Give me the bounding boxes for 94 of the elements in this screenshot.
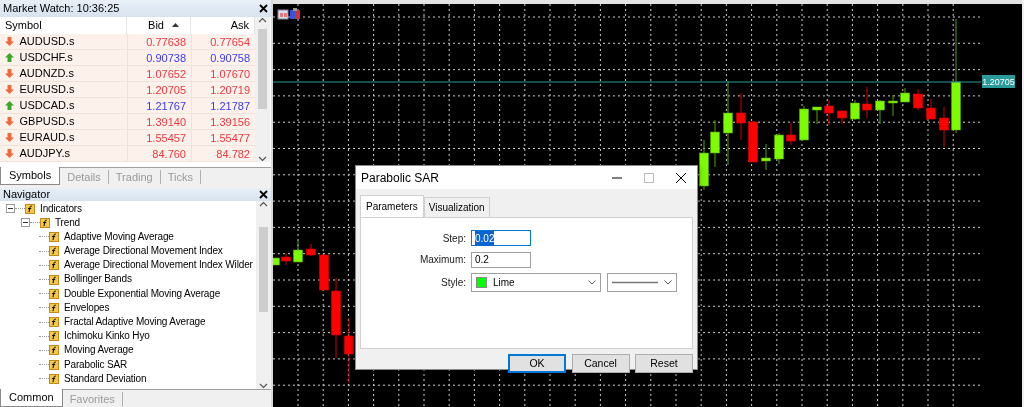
candle [888, 94, 898, 117]
scroll-down-icon[interactable] [258, 155, 267, 162]
candle [837, 109, 847, 125]
field-label: Step: [441, 231, 467, 246]
chart-window-icon[interactable] [277, 9, 289, 20]
dialog-button[interactable]: Reset [635, 354, 693, 373]
symbol-name: EURUSD.s [19, 82, 75, 98]
candle [939, 106, 949, 148]
scrollbar-thumb[interactable] [259, 226, 268, 312]
field-label: Maximum: [418, 253, 467, 267]
scrollbar[interactable] [256, 200, 271, 389]
tree-item[interactable]: Average Directional Movement Index [64, 244, 223, 259]
chevron-down-icon [664, 280, 672, 285]
tree-item[interactable]: Moving Average [64, 343, 134, 358]
candle [761, 143, 771, 171]
candle [926, 98, 936, 120]
candle [306, 243, 316, 257]
candle [344, 317, 354, 384]
tree-item[interactable]: Standard Deviation [64, 371, 147, 386]
line-style-dropdown[interactable] [607, 273, 677, 292]
function-icon [49, 345, 59, 356]
function-icon [49, 288, 59, 299]
symbol-name: USDCHF.s [19, 50, 73, 66]
function-icon [49, 373, 59, 384]
scrollbar[interactable] [255, 16, 270, 162]
tree-item[interactable]: Parabolic SAR [64, 357, 128, 372]
input-field[interactable]: 0.02 [471, 230, 531, 246]
candle [824, 99, 834, 126]
tree-item[interactable]: Average Directional Movement Index Wilder [64, 258, 253, 273]
scrollbar-thumb[interactable] [258, 28, 267, 109]
candle [736, 92, 746, 141]
function-icon [49, 302, 59, 313]
function-icon [49, 331, 59, 342]
panel-title: Navigator [3, 186, 51, 202]
symbol-name: AUDJPY.s [19, 146, 71, 162]
field-label: Style: [440, 276, 467, 290]
panel-title: Market Watch: 10:36:25 [3, 1, 120, 17]
function-icon [49, 274, 59, 285]
candle [862, 86, 872, 119]
candle [799, 105, 809, 141]
scroll-down-icon[interactable] [259, 382, 268, 389]
close-icon[interactable] [259, 189, 268, 199]
function-icon [25, 203, 35, 214]
symbol-name: AUDUSD.s [19, 34, 75, 50]
candle [900, 87, 910, 103]
collapse-icon[interactable] [21, 218, 30, 228]
function-icon [49, 246, 59, 257]
candle [748, 120, 758, 163]
dialog-tab[interactable]: Visualization [423, 197, 490, 217]
tree-item[interactable]: Double Exponential Moving Average [64, 286, 221, 301]
function-icon [49, 359, 59, 370]
chevron-down-icon [588, 280, 596, 285]
scroll-up-icon[interactable] [258, 16, 267, 23]
symbol-name: GBPUSD.s [19, 114, 75, 130]
column-header[interactable]: Symbol [5, 16, 42, 34]
tree-item[interactable]: Trend [55, 215, 80, 230]
candle [774, 132, 784, 165]
candle [319, 254, 329, 291]
candle [913, 88, 923, 111]
function-icon [49, 317, 59, 328]
symbol-name: EURAUD.s [19, 130, 75, 146]
tree-item[interactable]: Adaptive Moving Average [64, 229, 174, 245]
tree-item[interactable]: Fractal Adaptive Moving Average [64, 315, 206, 330]
symbol-name: AUDNZD.s [19, 66, 74, 82]
candle [786, 122, 796, 146]
price-label: 1.20705 [982, 75, 1015, 88]
column-header[interactable]: Ask [230, 16, 249, 34]
tree-item[interactable]: Bollinger Bands [64, 272, 132, 287]
candle [850, 99, 860, 121]
function-icon [40, 217, 50, 228]
line-style-icon [612, 281, 658, 284]
candle [293, 238, 303, 263]
scroll-up-icon[interactable] [259, 200, 268, 207]
candle [875, 99, 885, 125]
input-field[interactable]: 0.2 [471, 251, 531, 268]
column-header[interactable]: Bid [148, 16, 164, 34]
dialog-button[interactable]: Cancel [571, 354, 630, 373]
candle [812, 106, 822, 125]
function-icon [49, 231, 59, 242]
tree-item[interactable]: Ichimoku Kinko Hyo [64, 329, 150, 344]
dialog-tab[interactable]: Parameters [360, 195, 424, 217]
close-icon[interactable] [675, 171, 687, 184]
close-icon[interactable] [259, 3, 268, 13]
color-dropdown[interactable]: Lime [471, 273, 601, 292]
dialog-button[interactable]: OK [508, 354, 566, 373]
tree-item[interactable]: Indicators [40, 201, 82, 216]
function-icon [49, 260, 59, 271]
dialog-title: Parabolic SAR [361, 169, 441, 187]
symbol-name: USDCAD.s [19, 98, 75, 114]
tree-item[interactable]: Envelopes [64, 300, 110, 315]
sort-ascending-icon [172, 23, 179, 28]
candle [710, 119, 720, 168]
collapse-icon[interactable] [6, 204, 15, 214]
candle [699, 139, 709, 191]
